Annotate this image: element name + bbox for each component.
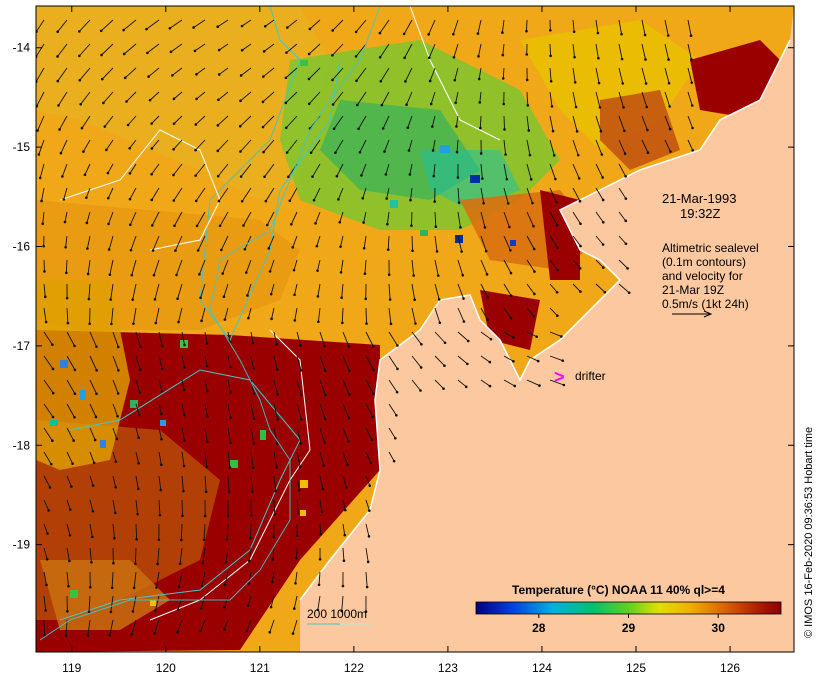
y-tick-label: -17 xyxy=(13,339,31,353)
y-tick-label: -14 xyxy=(13,41,31,55)
altimetry-line-4: 21-Mar 19Z xyxy=(662,283,724,297)
y-tick-label: -16 xyxy=(13,240,31,254)
time-label: 19:32Z xyxy=(680,206,721,221)
sst-map-figure: 119 120 121 122 123 124 125 126 -14 -15 -16 -17 -18… xyxy=(13,5,815,675)
map-panel xyxy=(36,6,794,652)
x-tick-label: 119 xyxy=(62,661,81,675)
x-tick-label: 120 xyxy=(156,661,176,675)
altimetry-line-3: and velocity for xyxy=(662,269,743,283)
colorbar-tick-label: 30 xyxy=(712,621,726,635)
altimetry-line-5: 0.5m/s (1kt 24h) xyxy=(662,297,749,311)
x-tick-label: 124 xyxy=(532,661,552,675)
depth-legend-label: 200 1000m xyxy=(307,607,367,621)
altimetry-line-1: Altimetric sealevel xyxy=(662,241,759,255)
credit-text: © IMOS 16-Feb-2020 09:36:53 Hobart time xyxy=(803,427,815,638)
x-tick-label: 121 xyxy=(250,661,270,675)
x-tick-label: 126 xyxy=(720,661,740,675)
drifter-label: drifter xyxy=(575,369,606,383)
x-tick-label: 123 xyxy=(438,661,458,675)
x-tick-label: 125 xyxy=(626,661,646,675)
y-tick-label: -15 xyxy=(13,140,31,154)
drifter-symbol: > xyxy=(554,367,565,387)
colorbar-tick-label: 28 xyxy=(532,621,546,635)
colorbar-title: Temperature (°C) NOAA 11 40% ql>=4 xyxy=(512,583,725,597)
y-tick-label: -19 xyxy=(13,538,31,552)
date-label: 21-Mar-1993 xyxy=(662,191,736,206)
y-tick-label: -18 xyxy=(13,438,31,452)
altimetry-line-2: (0.1m contours) xyxy=(662,255,746,269)
x-tick-label: 122 xyxy=(344,661,364,675)
colorbar-tick-label: 29 xyxy=(622,621,636,635)
colorbar xyxy=(475,601,782,615)
